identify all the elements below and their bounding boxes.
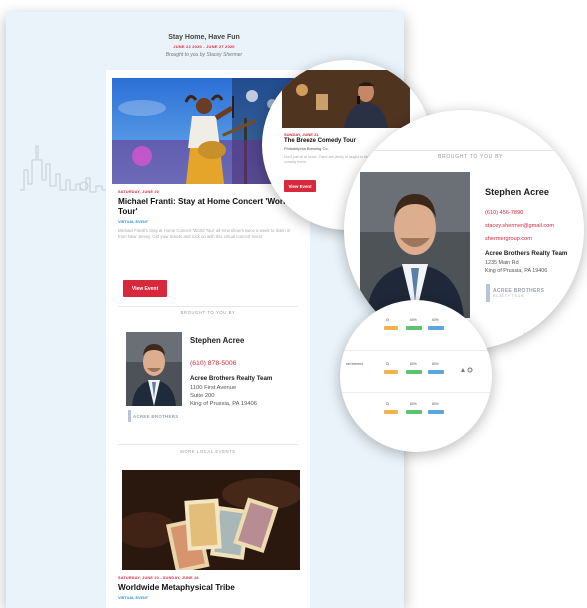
agent-address-line-2: Suite 200	[190, 393, 215, 399]
table-cell: Di	[386, 402, 390, 406]
newsletter-title: Stay Home, Have Fun	[168, 34, 240, 41]
divider	[118, 306, 298, 307]
event-title[interactable]: Worldwide Metaphysical Tribe	[118, 583, 300, 593]
status-pill-orange	[384, 410, 398, 414]
zoom-agent-email[interactable]: stacey.shermer@gmail.com	[485, 223, 554, 229]
event-date: SATURDAY, JUNE 20 - SUNDAY, JUNE 28	[118, 576, 199, 580]
divider	[344, 150, 584, 151]
agent-address-line-3: King of Prussia, PA 19406	[190, 401, 257, 407]
agent-phone[interactable]: (610) 878-5006	[190, 360, 236, 367]
event-title[interactable]: Michael Franti: Stay at Home Concert 'Wo…	[118, 197, 300, 216]
zoom-brand-logo-subtext: REALTY TEAM	[493, 294, 525, 298]
table-cell: 60%	[432, 362, 439, 366]
status-pill-green	[406, 326, 422, 330]
zoom-agent-website[interactable]: shermergroup.com	[485, 236, 532, 242]
zoom-table-magnifier: Di 60% 60% eld Interest Di 60% 60% Di 60…	[340, 300, 492, 452]
brand-logo-text: ACREE BROTHERS	[133, 413, 179, 419]
table-cell: 60%	[432, 402, 439, 406]
status-pill-orange	[384, 370, 398, 374]
status-pill-blue	[428, 410, 444, 414]
agent-photo	[126, 332, 182, 406]
agent-team: Acree Brothers Realty Team	[190, 375, 273, 382]
newsletter-dates: JUNE 22 2020 - JUNE 27 2020	[173, 44, 235, 49]
status-pill-blue	[428, 370, 444, 374]
agent-name: Stephen Acree	[190, 336, 245, 345]
event-virtual-tag: VIRTUAL EVENT	[118, 220, 149, 224]
city-skyline-illustration	[20, 145, 112, 193]
view-event-button[interactable]: View Event	[123, 280, 167, 297]
table-cell: 60%	[410, 402, 417, 406]
zoom-view-event-button[interactable]: View Event	[284, 180, 316, 192]
table-cell: 60%	[410, 362, 417, 366]
zoom-agent-address-line-1: 1235 Main Rd	[485, 260, 519, 266]
zoom-agent-name: Stephen Acree	[485, 187, 549, 197]
zoom-event-venue: Philadelphia Brewing Co.	[284, 146, 329, 151]
table-cell: Di	[386, 362, 390, 366]
divider	[340, 392, 492, 393]
status-pill-green	[406, 410, 422, 414]
agent-address-line-1: 1100 First Avenue	[190, 385, 237, 391]
tarot-cards-photo[interactable]	[122, 470, 300, 570]
zoom-brand-logo-mark	[486, 284, 490, 302]
event-date: SATURDAY, JUNE 20	[118, 190, 159, 194]
brand-logo: ACREE BROTHERS	[128, 410, 178, 422]
row-action-icons[interactable]	[460, 366, 474, 374]
zoom-brought-by-label: BROUGHT TO YOU BY	[438, 154, 504, 160]
zoom-side-text: ts and services are offe	[524, 332, 576, 338]
newsletter-header: Stay Home, Have Fun JUNE 22 2020 - JUNE …	[106, 34, 302, 58]
zoom-agent-team: Acree Brothers Realty Team	[485, 250, 568, 257]
brand-logo-mark	[128, 410, 131, 422]
table-cell: Di	[386, 318, 390, 322]
table-row-label: eld Interest	[346, 362, 363, 366]
status-pill-green	[406, 370, 422, 374]
zoom-agent-photo	[360, 172, 470, 318]
divider	[118, 444, 298, 445]
zoom-brand-logo: ACREE BROTHERS REALTY TEAM	[486, 284, 544, 302]
zoom-event-title[interactable]: The Breeze Comedy Tour	[284, 138, 356, 144]
event-description: Michael Franti's Stay at Home Concert 'W…	[118, 228, 291, 240]
table-cell: 60%	[432, 318, 439, 322]
status-pill-orange	[384, 326, 398, 330]
zoom-agent-phone[interactable]: (610) 456-7890	[485, 210, 523, 216]
comedian-photo[interactable]	[282, 70, 410, 128]
zoom-event-date: SUNDAY, JUNE 21	[284, 132, 319, 137]
more-events-label: MORE LOCAL EVENTS	[180, 449, 236, 454]
newsletter-brought-by: Brought to you by Stacey Shermer	[165, 52, 243, 58]
zoom-agent-address-line-2: King of Prussia, PA 19406	[485, 268, 548, 274]
event-virtual-tag: VIRTUAL EVENT	[118, 596, 149, 600]
divider	[340, 350, 492, 351]
brought-by-label: BROUGHT TO YOU BY	[180, 310, 236, 315]
status-pill-blue	[428, 326, 444, 330]
table-cell: 60%	[410, 318, 417, 322]
